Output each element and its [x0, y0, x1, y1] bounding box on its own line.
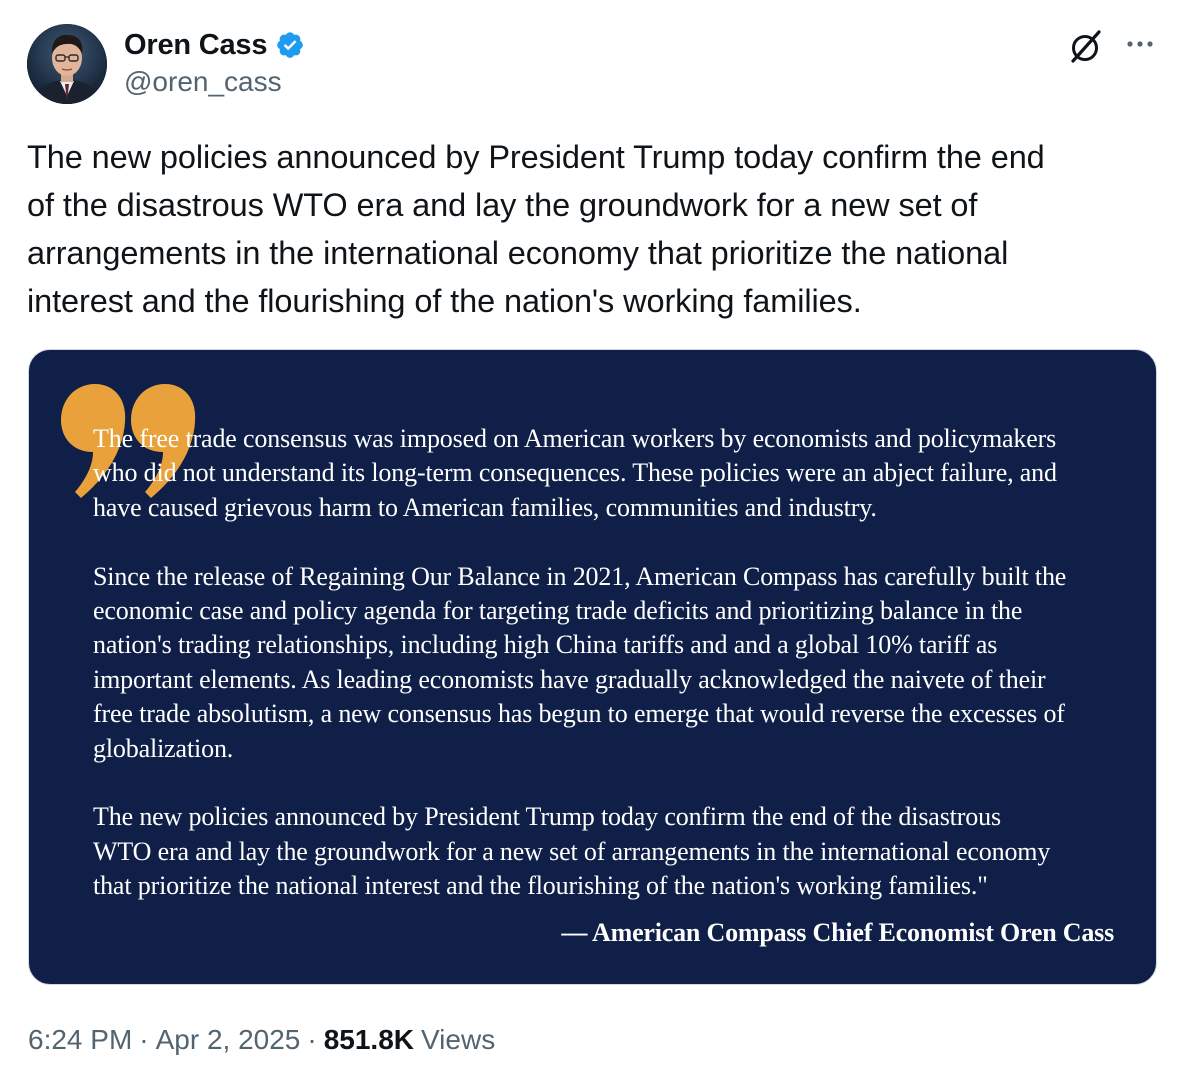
tweet-date[interactable]: Apr 2, 2025 [156, 1024, 301, 1056]
author-name-row[interactable]: Oren Cass [124, 26, 305, 64]
quote-image-card[interactable]: The free trade consensus was imposed on … [28, 349, 1157, 985]
quote-paragraph-3: The new policies announced by President … [93, 802, 1051, 901]
author-display-name[interactable]: Oren Cass [124, 29, 267, 62]
quote-paragraph-1: The free trade consensus was imposed on … [93, 424, 1057, 522]
author-handle[interactable]: @oren_cass [124, 66, 282, 98]
tweet-text: The new policies announced by President … [27, 139, 1045, 319]
quote-body: The free trade consensus was imposed on … [93, 422, 1103, 938]
more-icon[interactable] [1122, 30, 1158, 58]
grok-icon[interactable] [1066, 26, 1106, 66]
quote-attribution: — American Compass Chief Economist Oren … [561, 918, 1114, 947]
views-count: 851.8K [323, 1024, 415, 1055]
meta-separator: · [139, 1024, 149, 1055]
avatar-photo [27, 24, 107, 104]
views-label: Views [421, 1024, 496, 1055]
quote-paragraph-2: Since the release of Regaining Our Balan… [93, 561, 1067, 763]
meta-separator: · [307, 1024, 317, 1055]
avatar[interactable] [27, 24, 107, 104]
tweet-time[interactable]: 6:24 PM [28, 1024, 132, 1056]
tweet-meta: 6:24 PM · Apr 2, 2025 · 851.8K Views [28, 1024, 495, 1056]
verified-badge-icon[interactable] [275, 30, 305, 60]
